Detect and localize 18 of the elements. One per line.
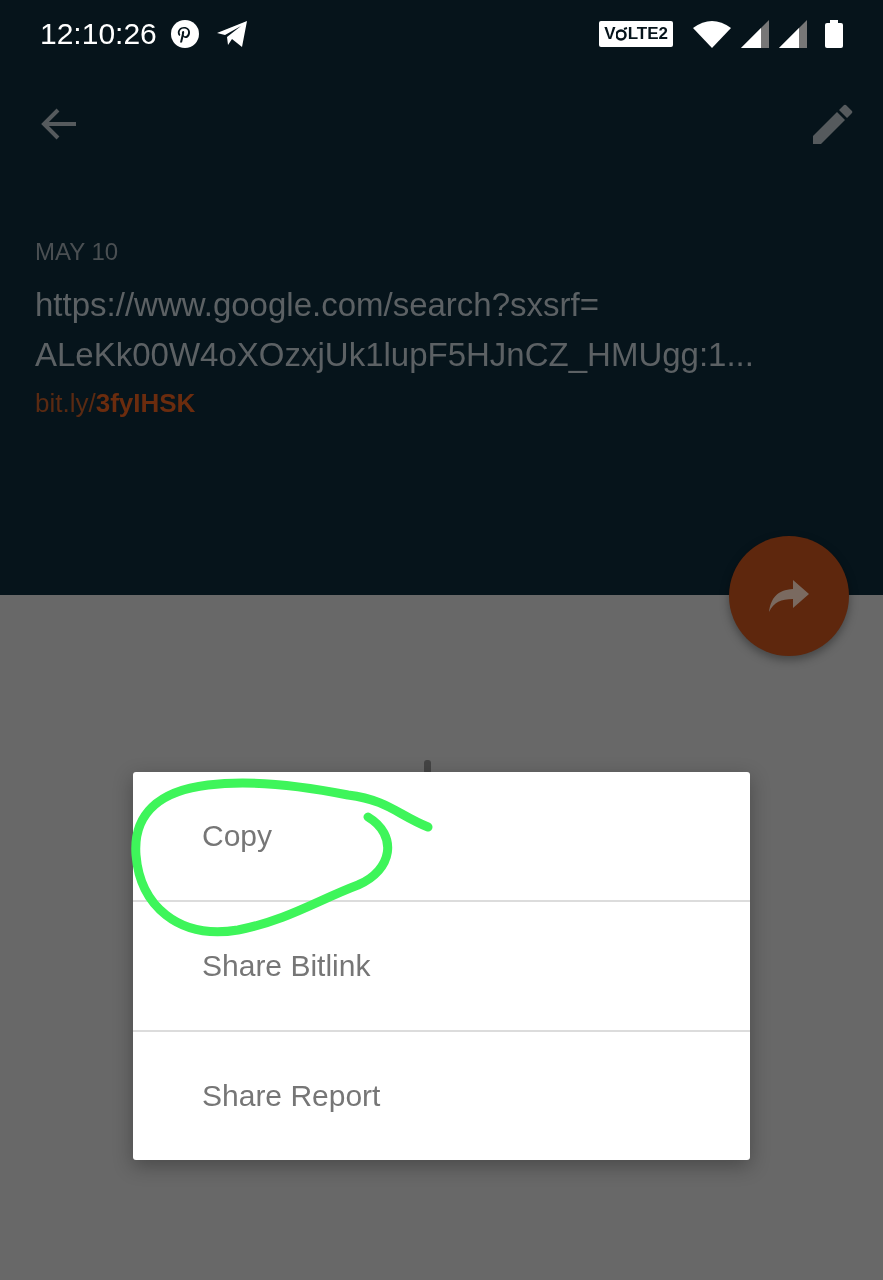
share-arrow-icon bbox=[769, 580, 809, 612]
signal-icon bbox=[741, 20, 769, 48]
link-url-line: ALeKk00W4oXOzxjUk1lupF5HJnCZ_HMUgg:1... bbox=[35, 335, 755, 375]
paper-plane-icon bbox=[216, 21, 247, 47]
edit-button[interactable] bbox=[813, 104, 853, 147]
menu-item[interactable]: Copy bbox=[133, 772, 750, 900]
link-url-line: https://www.google.com/search?sxsrf= bbox=[35, 285, 600, 325]
link-date: MAY 10 bbox=[35, 238, 120, 266]
pencil-icon bbox=[813, 104, 853, 144]
signal-icon bbox=[779, 20, 807, 48]
network-badge: V LTE2 bbox=[599, 21, 673, 47]
menu-item[interactable]: Share Report bbox=[133, 1030, 750, 1160]
back-arrow-icon bbox=[40, 107, 78, 141]
battery-icon bbox=[825, 20, 843, 48]
menu-item[interactable]: Share Bitlink bbox=[133, 900, 750, 1030]
wifi-icon bbox=[693, 20, 731, 48]
pinterest-icon bbox=[170, 20, 199, 48]
clock: 12:10:26 bbox=[40, 17, 157, 51]
